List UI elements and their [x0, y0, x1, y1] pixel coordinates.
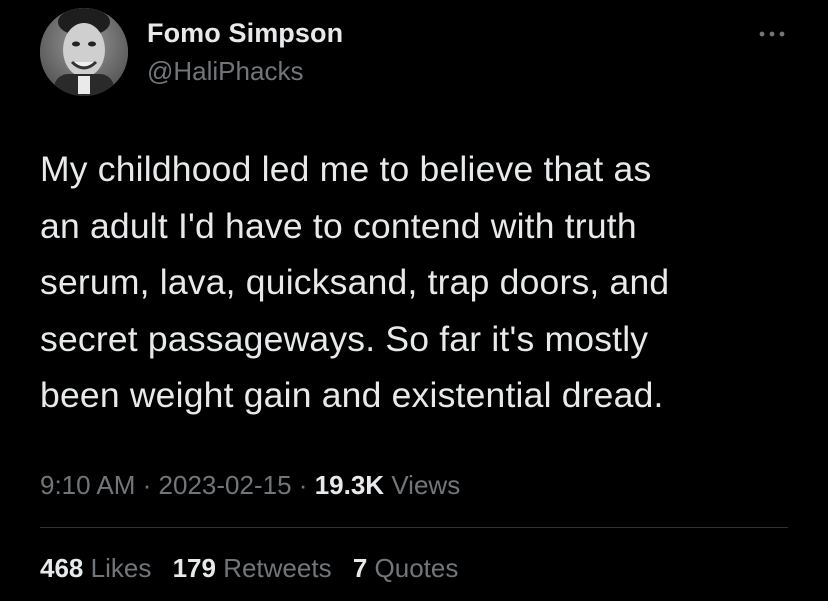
views-label: Views: [391, 470, 461, 500]
tweet-time[interactable]: 9:10 AM: [40, 470, 135, 500]
retweets-stat[interactable]: 179 Retweets: [173, 553, 332, 584]
author-handle[interactable]: @HaliPhacks: [147, 56, 303, 87]
divider: [40, 527, 788, 528]
tweet-metadata: 9:10 AM · 2023-02-15 · 19.3K Views: [40, 470, 460, 501]
quotes-label: Quotes: [374, 553, 459, 583]
more-horizontal-icon[interactable]: [756, 24, 788, 44]
tweet-text-line: been weight gain and existential dread.: [40, 375, 664, 415]
author-name[interactable]: Fomo Simpson: [147, 18, 343, 49]
meta-separator: ·: [142, 470, 152, 500]
tweet-date[interactable]: 2023-02-15: [159, 470, 292, 500]
tweet-text-line: My childhood led me to believe that as: [40, 149, 652, 189]
retweets-label: Retweets: [223, 553, 332, 583]
tweet-text: My childhood led me to believe that as a…: [40, 141, 800, 424]
views-count: 19.3K: [314, 470, 385, 500]
tweet-card: Fomo Simpson @HaliPhacks My childhood le…: [0, 0, 828, 601]
likes-label: Likes: [90, 553, 152, 583]
quotes-count: 7: [352, 553, 368, 583]
tweet-text-line: secret passageways. So far it's mostly: [40, 318, 649, 359]
engagement-stats: 468 Likes 179 Retweets 7 Quotes: [40, 553, 472, 584]
likes-count: 468: [40, 553, 84, 583]
avatar-image: [40, 8, 128, 96]
likes-stat[interactable]: 468 Likes: [40, 553, 151, 584]
avatar[interactable]: [40, 8, 128, 96]
retweets-count: 179: [172, 553, 216, 583]
meta-separator: ·: [298, 470, 308, 500]
quotes-stat[interactable]: 7 Quotes: [353, 553, 459, 584]
tweet-text-line: serum, lava, quicksand, trap doors, and: [40, 262, 670, 302]
tweet-text-line: an adult I'd have to contend with truth: [40, 205, 637, 246]
